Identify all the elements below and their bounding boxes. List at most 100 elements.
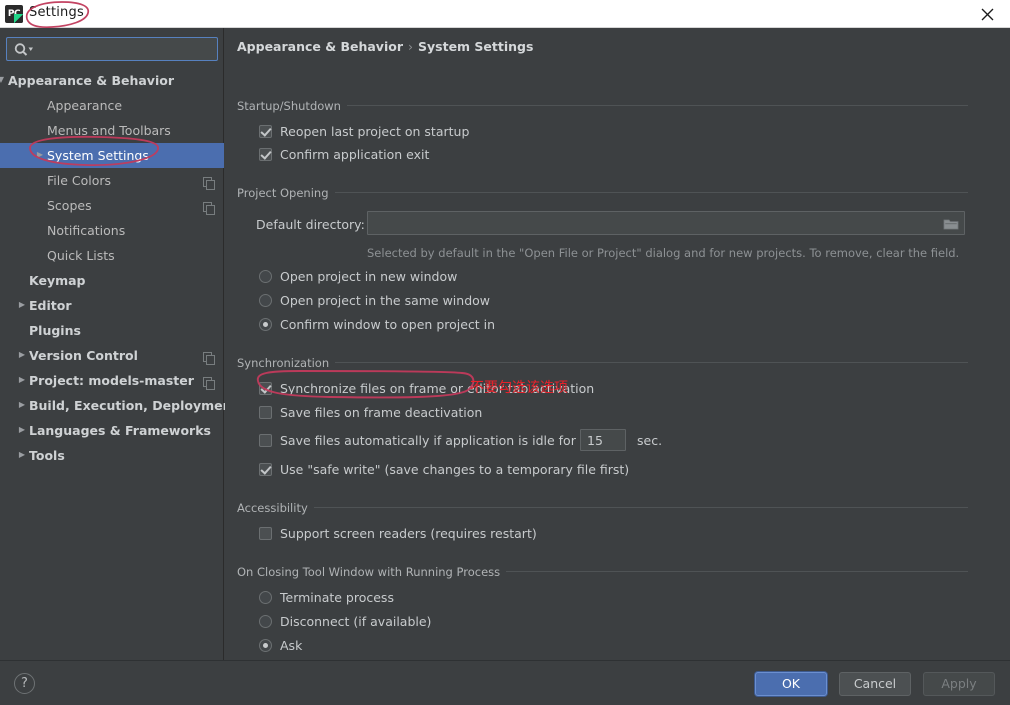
safe-write-label: Use "safe write" (save changes to a temp…	[280, 462, 630, 477]
sidebar-item-label: File Colors	[47, 173, 112, 188]
confirm-window-label: Confirm window to open project in	[280, 317, 496, 332]
terminate-process-radio[interactable]	[259, 591, 272, 604]
safe-write-checkbox[interactable]	[259, 463, 272, 476]
open-same-window-radio[interactable]	[259, 294, 272, 307]
close-icon[interactable]	[965, 0, 1010, 27]
sidebar-item-build-execution-deployment[interactable]: ▶ Build, Execution, Deployment	[0, 393, 238, 418]
confirm-window-radio[interactable]	[259, 318, 272, 331]
chevron-right-icon[interactable]: ▶	[15, 293, 29, 318]
title-bar: PC Settings	[0, 0, 1010, 28]
save-on-deactivation-checkbox[interactable]	[259, 406, 272, 419]
chevron-right-icon[interactable]: ▶	[33, 143, 47, 168]
confirm-exit-checkbox-row[interactable]: Confirm application exit	[259, 147, 429, 162]
sidebar-item-label: Appearance & Behavior	[8, 73, 174, 88]
sidebar-item-label: Project: models-master	[29, 373, 194, 388]
sidebar-item-label: Editor	[29, 298, 72, 313]
section-title-startup: Startup/Shutdown	[237, 99, 347, 113]
sidebar-item-version-control[interactable]: ▶ Version Control	[0, 343, 224, 368]
help-button[interactable]: ?	[14, 673, 35, 694]
reopen-last-project-checkbox-row[interactable]: Reopen last project on startup	[259, 124, 469, 139]
sidebar-item-menus-and-toolbars[interactable]: Menus and Toolbars	[0, 118, 224, 143]
save-idle-label: Save files automatically if application …	[280, 433, 576, 448]
pycharm-icon: PC	[5, 5, 23, 23]
disconnect-radio[interactable]	[259, 615, 272, 628]
sidebar-item-plugins[interactable]: Plugins	[0, 318, 224, 343]
open-new-window-label: Open project in new window	[280, 269, 458, 284]
save-on-deactivation-checkbox-row[interactable]: Save files on frame deactivation	[259, 405, 482, 420]
breadcrumb-parent[interactable]: Appearance & Behavior	[237, 39, 403, 54]
idle-seconds-input[interactable]: 15	[580, 429, 626, 451]
sidebar-item-appearance[interactable]: Appearance	[0, 93, 224, 118]
open-same-window-radio-row[interactable]: Open project in the same window	[259, 293, 490, 308]
sidebar-item-tools[interactable]: ▶ Tools	[0, 443, 224, 468]
search-input[interactable]	[37, 39, 213, 59]
confirm-exit-label: Confirm application exit	[280, 147, 430, 162]
search-icon	[13, 42, 37, 58]
save-idle-checkbox-row[interactable]: Save files automatically if application …	[259, 433, 576, 448]
ask-radio[interactable]	[259, 639, 272, 652]
sidebar-item-quick-lists[interactable]: Quick Lists	[0, 243, 224, 268]
breadcrumb-current: System Settings	[418, 39, 534, 54]
sidebar-item-system-settings[interactable]: ▶ System Settings	[0, 143, 224, 168]
breadcrumb-separator: ›	[408, 39, 413, 54]
section-title-synchronization: Synchronization	[237, 356, 336, 370]
copy-icon[interactable]	[203, 373, 216, 390]
sidebar-item-label: Languages & Frameworks	[29, 423, 211, 438]
confirm-window-radio-row[interactable]: Confirm window to open project in	[259, 317, 495, 332]
sidebar-item-project-models-master[interactable]: ▶ Project: models-master	[0, 368, 224, 393]
breadcrumb: Appearance & Behavior › System Settings	[237, 39, 533, 54]
copy-icon[interactable]	[203, 173, 216, 190]
settings-content: Appearance & Behavior › System Settings St…	[225, 28, 1010, 660]
chevron-down-icon[interactable]: ▼	[0, 68, 8, 93]
section-rule	[237, 507, 968, 508]
default-directory-label: Default directory:	[256, 217, 365, 232]
reopen-last-project-label: Reopen last project on startup	[280, 124, 470, 139]
section-title-project-opening: Project Opening	[237, 186, 335, 200]
chevron-right-icon[interactable]: ▶	[15, 393, 29, 418]
sidebar-item-label: Appearance	[47, 98, 123, 113]
sidebar-item-languages-frameworks[interactable]: ▶ Languages & Frameworks	[0, 418, 224, 443]
ok-button[interactable]: OK	[755, 672, 827, 696]
terminate-process-radio-row[interactable]: Terminate process	[259, 590, 394, 605]
sidebar-item-scopes[interactable]: Scopes	[0, 193, 224, 218]
chevron-right-icon[interactable]: ▶	[15, 368, 29, 393]
chevron-right-icon[interactable]: ▶	[15, 418, 29, 443]
ask-label: Ask	[280, 638, 303, 653]
cancel-button[interactable]: Cancel	[839, 672, 911, 696]
section-rule	[237, 362, 968, 363]
screen-readers-label: Support screen readers (requires restart…	[280, 526, 537, 541]
open-new-window-radio-row[interactable]: Open project in new window	[259, 269, 457, 284]
sidebar-item-notifications[interactable]: Notifications	[0, 218, 224, 243]
open-new-window-radio[interactable]	[259, 270, 272, 283]
confirm-exit-checkbox[interactable]	[259, 148, 272, 161]
folder-icon[interactable]	[943, 216, 959, 230]
settings-dialog: PC Settings ▼ Appearance & Behavior Appear…	[0, 0, 1010, 705]
save-idle-checkbox[interactable]	[259, 434, 272, 447]
safe-write-checkbox-row[interactable]: Use "safe write" (save changes to a temp…	[259, 462, 629, 477]
settings-tree: ▼ Appearance & Behavior Appearance Menus an…	[0, 68, 238, 468]
sidebar-item-file-colors[interactable]: File Colors	[0, 168, 224, 193]
apply-button[interactable]: Apply	[923, 672, 995, 696]
sidebar-item-editor[interactable]: ▶ Editor	[0, 293, 224, 318]
section-rule	[237, 192, 968, 193]
open-same-window-label: Open project in the same window	[280, 293, 491, 308]
default-directory-field[interactable]	[367, 211, 965, 235]
reopen-last-project-checkbox[interactable]	[259, 125, 272, 138]
screen-readers-checkbox-row[interactable]: Support screen readers (requires restart…	[259, 526, 537, 541]
chevron-right-icon[interactable]: ▶	[15, 443, 29, 468]
screen-readers-checkbox[interactable]	[259, 527, 272, 540]
copy-icon[interactable]	[203, 198, 216, 215]
ask-radio-row[interactable]: Ask	[259, 638, 302, 653]
chevron-right-icon[interactable]: ▶	[15, 343, 29, 368]
sidebar-item-appearance-behavior[interactable]: ▼ Appearance & Behavior	[0, 68, 224, 93]
search-field[interactable]	[6, 37, 218, 61]
sidebar-item-label: Menus and Toolbars	[47, 123, 171, 138]
synchronize-files-checkbox-row[interactable]: Synchronize files on frame or editor tab…	[259, 381, 594, 396]
copy-icon[interactable]	[203, 348, 216, 365]
sidebar-item-label: Keymap	[29, 273, 86, 288]
sidebar-item-label: Plugins	[29, 323, 81, 338]
disconnect-radio-row[interactable]: Disconnect (if available)	[259, 614, 431, 629]
synchronize-files-checkbox[interactable]	[259, 382, 272, 395]
settings-sidebar: ▼ Appearance & Behavior Appearance Menus an…	[0, 28, 238, 660]
sidebar-item-keymap[interactable]: Keymap	[0, 268, 224, 293]
